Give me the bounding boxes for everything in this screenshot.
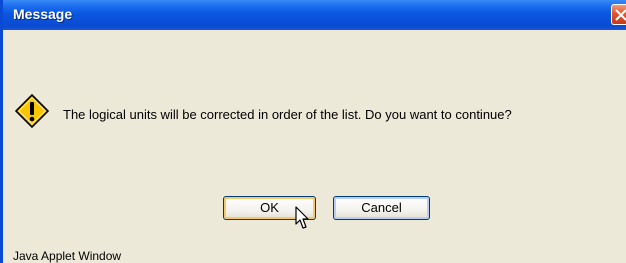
cancel-button[interactable]: Cancel	[333, 196, 430, 220]
dialog-window: Message The logical units will be correc…	[0, 0, 626, 263]
applet-window-label: Java Applet Window	[13, 249, 122, 263]
warning-icon	[15, 94, 49, 128]
dialog-body: The logical units will be corrected in o…	[3, 30, 626, 263]
window-title: Message	[13, 6, 73, 22]
close-icon	[615, 9, 626, 21]
title-bar[interactable]: Message	[3, 0, 626, 30]
mouse-cursor-icon	[295, 206, 309, 229]
close-button[interactable]	[611, 4, 626, 25]
dialog-message: The logical units will be corrected in o…	[63, 107, 512, 122]
